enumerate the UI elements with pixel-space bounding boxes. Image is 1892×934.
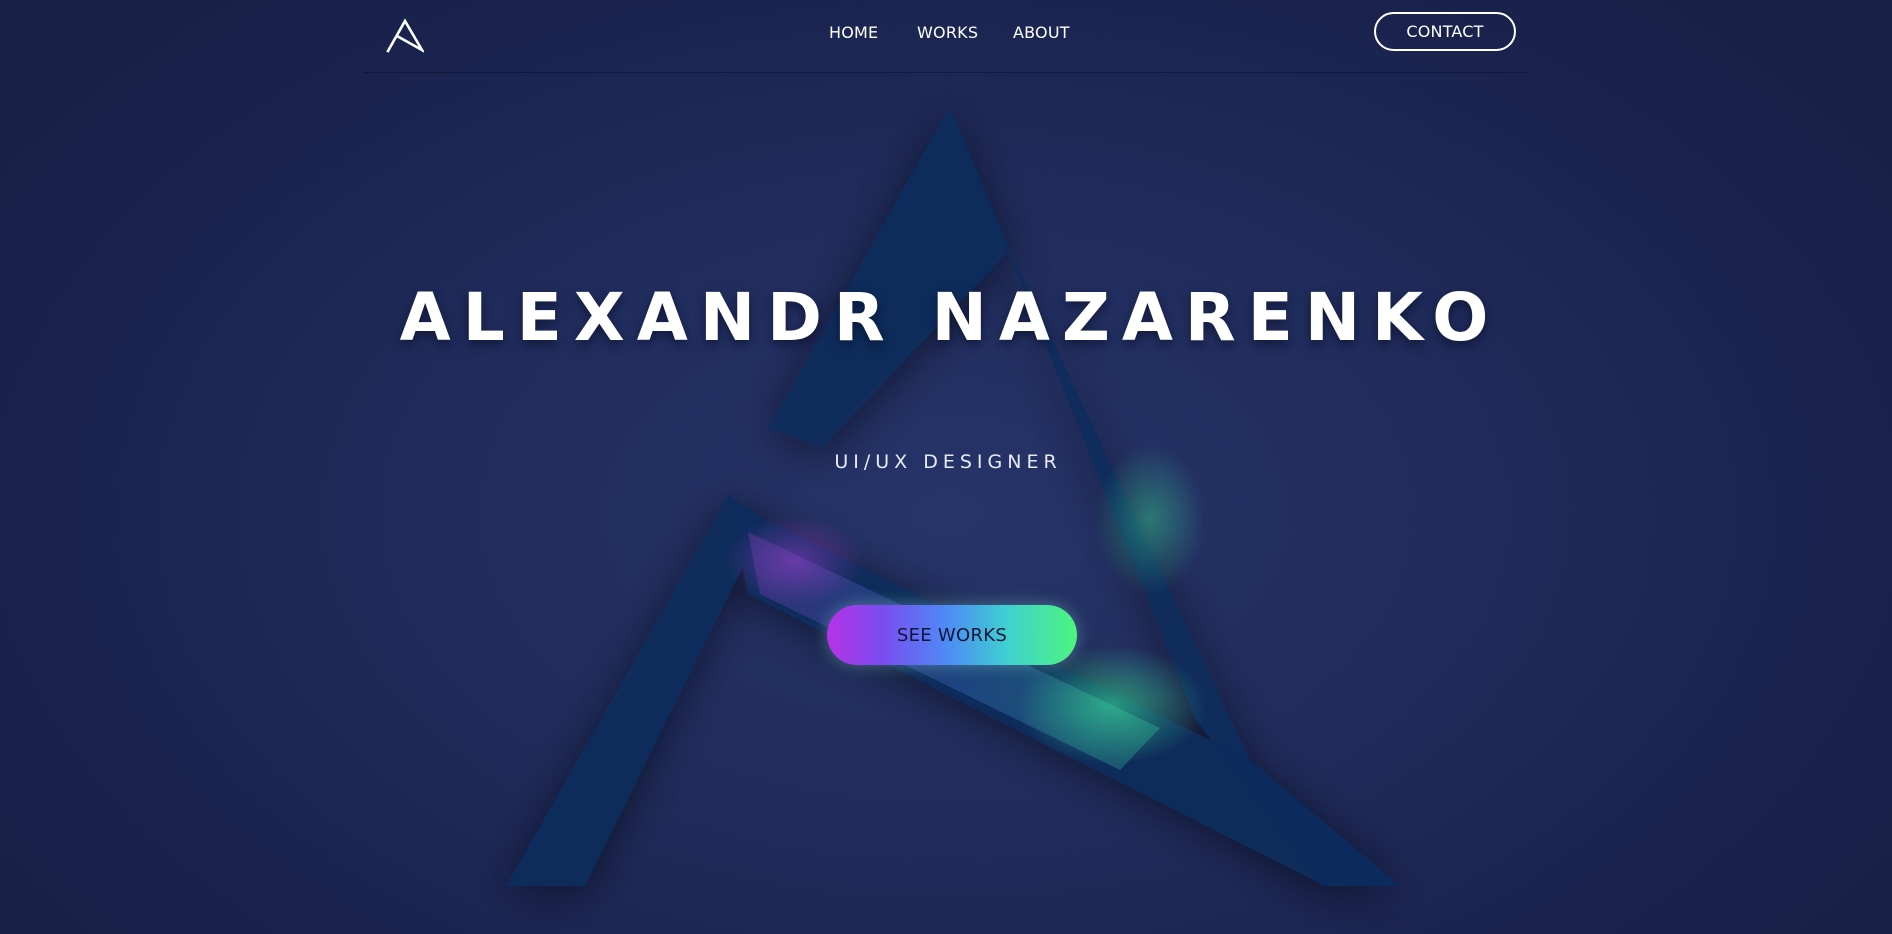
see-works-button[interactable]: SEE WORKS <box>827 605 1077 665</box>
header-divider <box>364 72 1528 73</box>
site-header: HOME WORKS ABOUT CONTACT <box>0 0 1892 74</box>
hero-title: ALEXANDR NAZARENKO <box>399 279 1501 356</box>
nav-home[interactable]: HOME <box>829 22 878 44</box>
contact-button[interactable]: CONTACT <box>1374 12 1516 51</box>
nav-works[interactable]: WORKS <box>917 22 978 44</box>
hero-subtitle: UI/UX DESIGNER <box>834 451 1062 473</box>
nav-about[interactable]: ABOUT <box>1013 22 1070 44</box>
logo-icon[interactable] <box>386 18 424 53</box>
